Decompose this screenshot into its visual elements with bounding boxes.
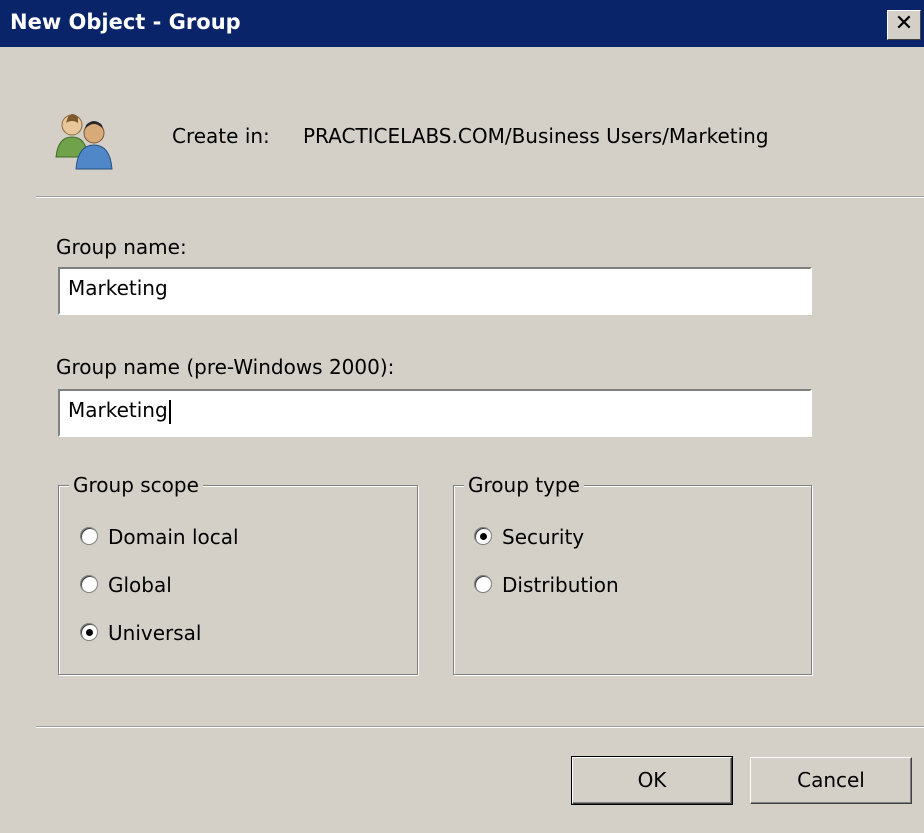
- group-name-label: Group name:: [56, 235, 187, 259]
- create-in-path: PRACTICELABS.COM/Business Users/Marketin…: [303, 124, 769, 148]
- divider-top: [36, 196, 924, 198]
- radio-label: Domain local: [108, 525, 239, 549]
- cancel-button[interactable]: Cancel: [750, 757, 912, 804]
- dialog-body: [0, 47, 924, 833]
- radio-selected-dot: [480, 533, 487, 540]
- radio-label: Security: [502, 525, 585, 549]
- pre2000-input[interactable]: Marketing: [58, 389, 812, 437]
- create-in-label: Create in:: [172, 124, 270, 148]
- pre2000-value: Marketing: [68, 398, 168, 422]
- radio-selected-dot: [86, 629, 93, 636]
- group-type-legend: Group type: [464, 472, 584, 498]
- close-icon: ✕: [894, 11, 914, 36]
- radio-label: Global: [108, 573, 172, 597]
- group-users-icon: [50, 109, 124, 171]
- divider-bottom: [36, 726, 924, 728]
- radio-circle-icon: [474, 527, 492, 545]
- title-bar[interactable]: New Object - Group ✕: [0, 0, 924, 47]
- group-name-value: Marketing: [68, 276, 168, 300]
- radio-circle-icon: [80, 623, 98, 641]
- ok-button[interactable]: OK: [571, 756, 733, 805]
- radio-label: Distribution: [502, 573, 619, 597]
- window-title: New Object - Group: [10, 10, 241, 34]
- radio-circle-icon: [474, 575, 492, 593]
- radio-label: Universal: [108, 621, 202, 645]
- radio-circle-icon: [80, 575, 98, 593]
- group-scope-legend: Group scope: [69, 472, 203, 498]
- close-button[interactable]: ✕: [887, 10, 921, 40]
- radio-circle-icon: [80, 527, 98, 545]
- group-name-input[interactable]: Marketing: [58, 267, 812, 315]
- pre2000-label: Group name (pre-Windows 2000):: [56, 355, 395, 379]
- text-caret: [168, 399, 171, 424]
